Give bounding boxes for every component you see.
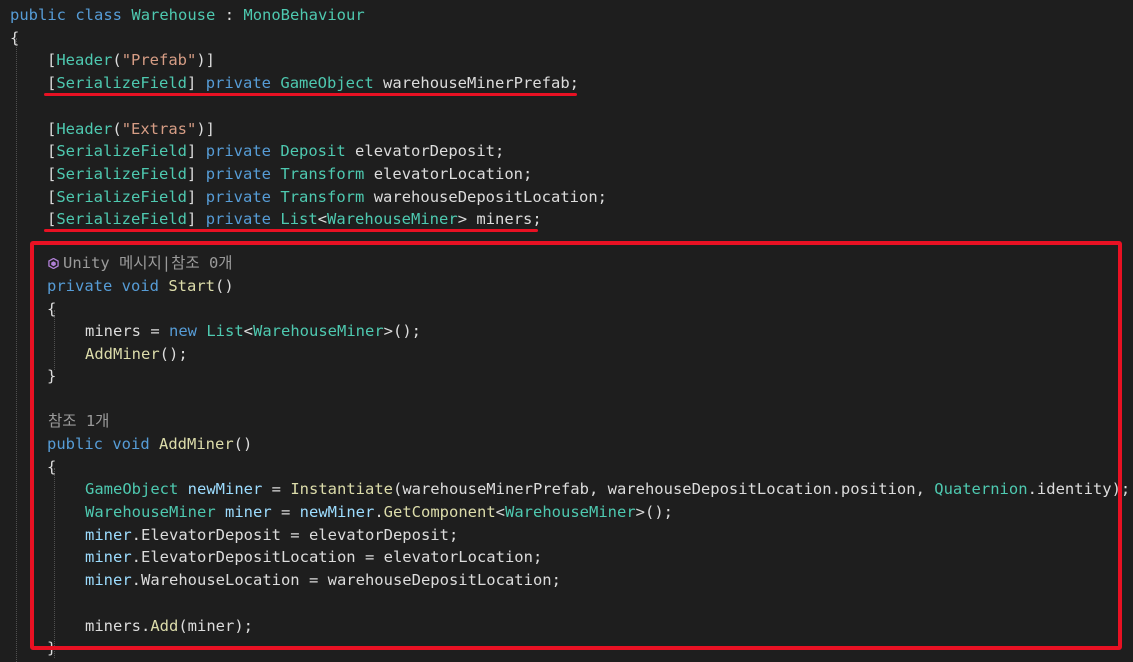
code-line-header-extras: [Header("Extras")] [47,120,216,138]
code-line-class-declaration: public class Warehouse : MonoBehaviour [10,6,365,24]
code-line-open-brace: { [10,29,20,47]
code-line-field-elevator-location: [SerializeField] private Transform eleva… [47,165,533,183]
code-line-field-deposit: [SerializeField] private Deposit elevato… [47,142,505,160]
code-line-field-warehouse-location: [SerializeField] private Transform wareh… [47,188,608,206]
red-highlight-box [30,241,1122,650]
red-underline-prefab-field [44,93,577,96]
code-line-field-prefab: [SerializeField] private GameObject ware… [47,74,580,92]
indent-guide [16,38,17,662]
red-underline-miners-field [44,229,538,232]
code-line-field-miners: [SerializeField] private List<WarehouseM… [47,210,542,228]
code-line-header-prefab: [Header("Prefab")] [47,51,216,69]
